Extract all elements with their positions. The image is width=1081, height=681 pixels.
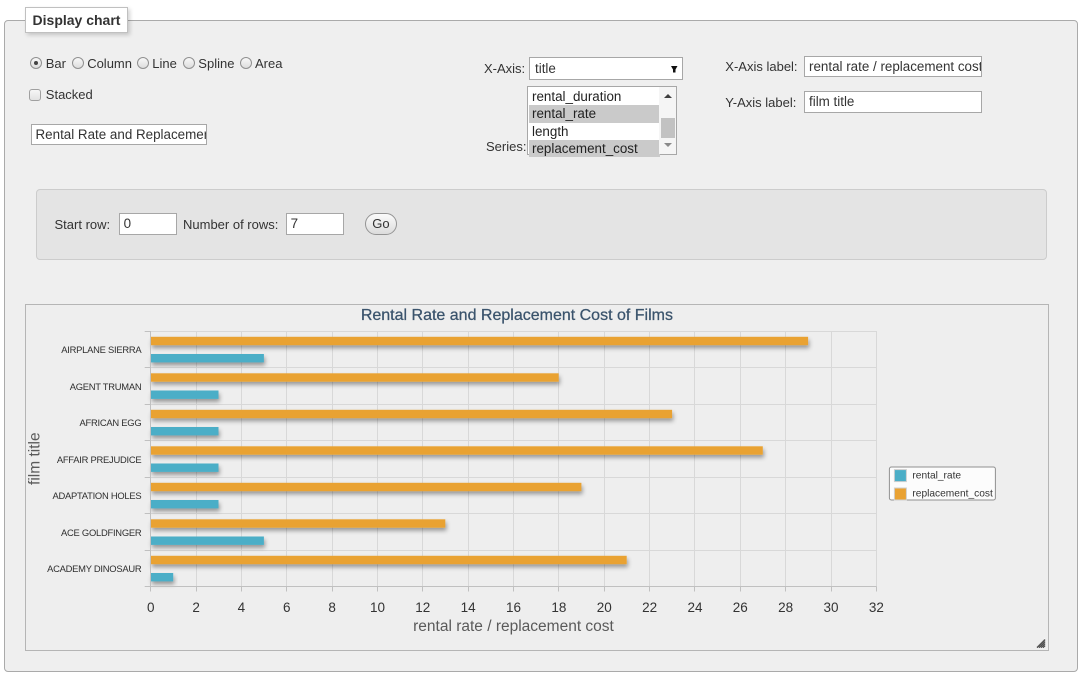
svg-text:6: 6 — [283, 600, 291, 615]
svg-text:32: 32 — [868, 600, 883, 615]
svg-text:0: 0 — [147, 600, 155, 615]
svg-text:12: 12 — [415, 600, 430, 615]
svg-text:2: 2 — [192, 600, 200, 615]
svg-text:30: 30 — [823, 600, 838, 615]
svg-text:22: 22 — [642, 600, 657, 615]
svg-text:rental rate / replacement cost: rental rate / replacement cost — [413, 618, 614, 635]
svg-text:AIRPLANE SIERRA: AIRPLANE SIERRA — [61, 344, 142, 355]
svg-text:8: 8 — [328, 600, 336, 615]
svg-text:Rental Rate and Replacement Co: Rental Rate and Replacement Cost of Film… — [360, 307, 672, 324]
svg-text:ADAPTATION HOLES: ADAPTATION HOLES — [52, 490, 141, 501]
svg-text:replacement_cost: replacement_cost — [912, 489, 993, 500]
svg-text:20: 20 — [596, 600, 611, 615]
svg-text:16: 16 — [506, 600, 521, 615]
svg-text:ACE GOLDFINGER: ACE GOLDFINGER — [61, 527, 142, 538]
svg-text:10: 10 — [370, 600, 385, 615]
svg-text:rental_rate: rental_rate — [912, 470, 961, 481]
svg-text:14: 14 — [460, 600, 476, 615]
svg-text:AGENT TRUMAN: AGENT TRUMAN — [69, 381, 141, 392]
svg-text:AFFAIR PREJUDICE: AFFAIR PREJUDICE — [56, 454, 141, 465]
svg-text:film title: film title — [26, 432, 43, 485]
svg-text:4: 4 — [237, 600, 245, 615]
svg-text:18: 18 — [551, 600, 566, 615]
svg-text:AFRICAN EGG: AFRICAN EGG — [79, 417, 141, 428]
svg-text:ACADEMY DINOSAUR: ACADEMY DINOSAUR — [47, 563, 142, 574]
svg-text:26: 26 — [732, 600, 747, 615]
svg-text:24: 24 — [687, 600, 703, 615]
svg-text:28: 28 — [778, 600, 793, 615]
